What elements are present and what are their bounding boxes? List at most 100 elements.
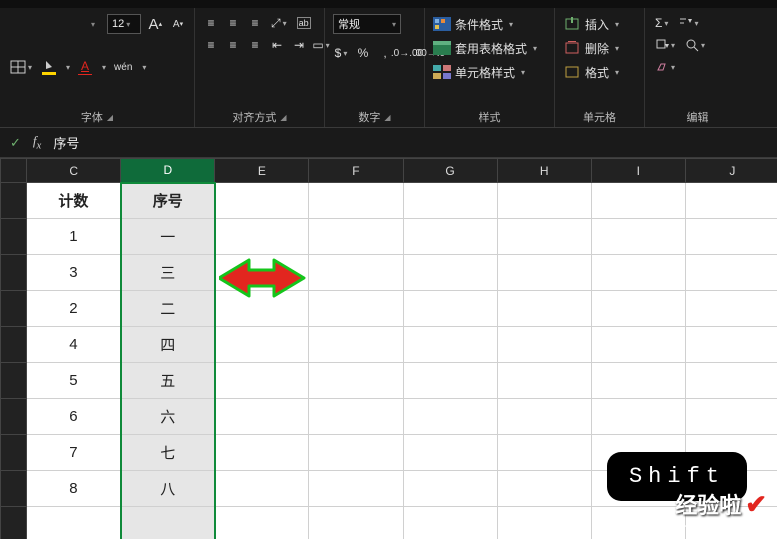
cell[interactable] [309,219,403,255]
cell[interactable] [497,471,591,507]
col-header[interactable]: H [497,159,591,183]
cell[interactable]: 5 [27,363,121,399]
table-row[interactable]: 6六 [1,399,777,435]
cell-selected-col[interactable]: 三 [121,255,215,291]
cell[interactable] [309,471,403,507]
col-header[interactable]: G [403,159,497,183]
align-left-icon[interactable]: ≡ [203,36,219,54]
fill-icon[interactable]: ▾ [653,36,677,54]
cell[interactable] [309,399,403,435]
cell[interactable]: 计数 [27,183,121,219]
table-row[interactable]: 计数序号 [1,183,777,219]
fx-icon[interactable]: fx [33,133,41,152]
col-header[interactable]: E [215,159,309,183]
cell[interactable] [497,399,591,435]
col-header[interactable]: C [27,159,121,183]
cell[interactable] [215,435,309,471]
cell[interactable] [309,507,403,539]
cell[interactable] [591,255,685,291]
indent-decrease-icon[interactable]: ⇤ [269,36,285,54]
cell-selected-col[interactable]: 序号 [121,183,215,219]
cell[interactable] [497,219,591,255]
cell[interactable] [215,507,309,539]
insert-button[interactable]: 插入▾ [563,14,636,34]
cell[interactable]: 3 [27,255,121,291]
table-row[interactable]: 1一 [1,219,777,255]
cell-selected-col[interactable]: 一 [121,219,215,255]
decrease-font-icon[interactable]: A▾ [170,15,186,33]
cell[interactable] [497,183,591,219]
clear-icon[interactable]: ▾ [653,58,677,76]
fill-color-icon[interactable] [40,58,58,76]
cell[interactable] [27,507,121,539]
percent-icon[interactable]: % [355,44,371,62]
cell[interactable] [685,255,777,291]
cell[interactable] [215,255,309,291]
formula-input[interactable]: 序号 [53,133,79,152]
col-header[interactable]: J [685,159,777,183]
cell[interactable] [403,327,497,363]
border-icon[interactable]: ▾ [8,58,34,76]
cell[interactable]: 6 [27,399,121,435]
cell-selected-col[interactable]: 八 [121,471,215,507]
formula-confirm-icon[interactable]: ✓ [10,135,21,151]
cell[interactable] [403,363,497,399]
cell[interactable] [403,183,497,219]
cell[interactable] [309,327,403,363]
cell[interactable] [685,219,777,255]
cell[interactable] [121,507,215,539]
cell[interactable] [403,219,497,255]
cell-selected-col[interactable]: 六 [121,399,215,435]
cell[interactable] [497,507,591,539]
align-bottom-icon[interactable]: ≡ [247,14,263,32]
cell[interactable] [309,435,403,471]
font-name-dd[interactable]: ▾ [85,15,101,33]
cell[interactable] [403,399,497,435]
cell[interactable] [309,255,403,291]
table-row[interactable]: 2二 [1,291,777,327]
cell[interactable] [591,399,685,435]
cell[interactable] [685,363,777,399]
cell[interactable] [403,471,497,507]
cell[interactable] [591,507,685,539]
cell-selected-col[interactable]: 二 [121,291,215,327]
cell[interactable] [591,219,685,255]
cell[interactable] [591,363,685,399]
cell-selected-col[interactable]: 五 [121,363,215,399]
cell[interactable] [685,399,777,435]
orientation-icon[interactable]: ⤢▾ [269,14,289,32]
cell[interactable] [215,327,309,363]
autosum-icon[interactable]: Σ▾ [653,14,670,32]
cell[interactable] [591,183,685,219]
align-middle-icon[interactable]: ≡ [225,14,241,32]
col-header-selected[interactable]: D [121,159,215,183]
align-center-icon[interactable]: ≡ [225,36,241,54]
indent-increase-icon[interactable]: ⇥ [291,36,307,54]
cell[interactable] [403,291,497,327]
cell[interactable]: 4 [27,327,121,363]
align-right-icon[interactable]: ≡ [247,36,263,54]
col-header[interactable]: I [591,159,685,183]
phonetic-icon[interactable]: wén [112,58,134,76]
font-size-input[interactable]: 12▾ [107,14,141,34]
cell[interactable]: 8 [27,471,121,507]
table-row[interactable]: 5五 [1,363,777,399]
column-header-row[interactable]: C D E F G H I J [1,159,777,183]
cell[interactable] [685,291,777,327]
cell[interactable] [403,507,497,539]
cell[interactable]: 1 [27,219,121,255]
cell[interactable] [403,435,497,471]
cell[interactable] [591,291,685,327]
cell[interactable] [215,471,309,507]
cell-styles-button[interactable]: 单元格样式▾ [433,62,546,82]
cell-selected-col[interactable]: 四 [121,327,215,363]
conditional-format-button[interactable]: 条件格式▾ [433,14,546,34]
cell[interactable] [497,435,591,471]
spreadsheet-grid[interactable]: C D E F G H I J 计数序号1一3三2二4四5五6六7七8八 Shi… [0,158,777,539]
cell[interactable]: 7 [27,435,121,471]
font-color-icon[interactable]: A [76,58,94,76]
find-select-icon[interactable]: ▾ [683,36,707,54]
increase-font-icon[interactable]: A▴ [147,15,164,33]
number-format-select[interactable]: 常规▾ [333,14,401,34]
cell[interactable] [215,363,309,399]
